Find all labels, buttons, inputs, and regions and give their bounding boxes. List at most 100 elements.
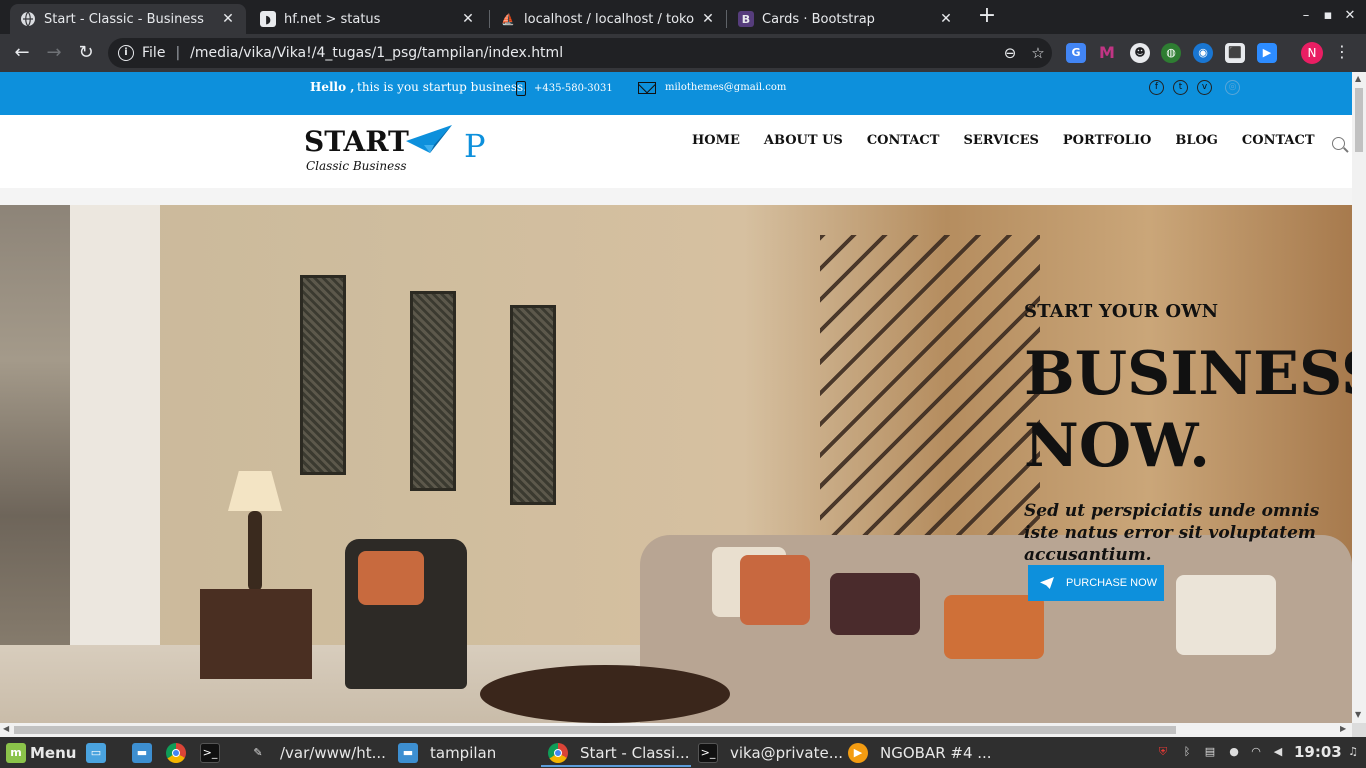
close-icon[interactable]: ✕ [938, 11, 954, 27]
taskbar-window-var-www[interactable]: ✎ /var/www/ht... [248, 737, 386, 768]
zoom-icon[interactable]: ⊖ [996, 44, 1024, 62]
cushion [944, 595, 1044, 659]
back-arrow-icon[interactable]: ← [10, 41, 34, 65]
nav-blog[interactable]: BLOG [1175, 133, 1218, 148]
hero-title-line-2: NOW. [1024, 411, 1211, 481]
profile-avatar[interactable]: N [1301, 42, 1323, 64]
start-menu-button[interactable]: m Menu [6, 737, 76, 768]
tab-localhost[interactable]: ⛵ localhost / localhost / tokoonline ✕ [490, 4, 726, 34]
info-icon[interactable]: i [118, 45, 134, 61]
nav-home[interactable]: HOME [692, 133, 740, 148]
user-icon[interactable]: ● [1227, 745, 1241, 759]
scroll-right-icon[interactable]: ▶ [1340, 724, 1346, 733]
dribbble-icon[interactable]: ◎ [1225, 80, 1240, 95]
tagline-text: this is you startup business. [357, 80, 528, 94]
volume-icon[interactable]: ◀ [1271, 745, 1285, 759]
show-desktop-button[interactable]: ▭ [86, 737, 106, 768]
clock[interactable]: 19:03 [1294, 743, 1342, 761]
scroll-up-icon[interactable]: ▲ [1355, 74, 1361, 83]
tab-title: hf.net > status [284, 11, 381, 27]
url-text[interactable]: /media/vika/Vika!/4_tugas/1_psg/tampilan… [190, 45, 996, 61]
nav-services[interactable]: SERVICES [963, 133, 1038, 148]
tab-hf-status[interactable]: ◗ hf.net > status ✕ [250, 4, 486, 34]
hero-text-block: START YOUR OWN BUSINESS NOW. Sed ut pers… [1024, 301, 1352, 566]
hello-text: Hello , [310, 80, 355, 94]
taskbar-window-terminal[interactable]: >_ vika@private... [698, 737, 843, 768]
cube-extension-icon[interactable]: ⬛ [1225, 43, 1245, 63]
wall-art-panel [510, 305, 556, 505]
close-icon[interactable]: ✕ [700, 11, 716, 27]
scroll-left-icon[interactable]: ◀ [3, 724, 9, 733]
scroll-down-icon[interactable]: ▼ [1355, 710, 1361, 719]
taskbar-window-vlc[interactable]: ▶ NGOBAR #4 ... [848, 737, 992, 768]
minimize-icon[interactable]: – [1298, 8, 1314, 23]
face-extension-icon[interactable]: ☻ [1130, 43, 1150, 63]
horizontal-scroll-thumb[interactable] [14, 726, 1176, 734]
shield-icon[interactable]: ⛨ [1156, 745, 1170, 759]
search-icon[interactable] [1332, 137, 1345, 150]
bluetooth-icon[interactable]: ᛒ [1180, 745, 1194, 759]
close-window-icon[interactable]: ✕ [1342, 8, 1358, 23]
translate-extension-icon[interactable]: G [1066, 43, 1086, 63]
wall-art-panel [300, 275, 346, 475]
horizontal-scrollbar[interactable]: ◀ ▶ [0, 723, 1352, 737]
bookmark-star-icon[interactable]: ☆ [1024, 44, 1052, 62]
nav-portfolio[interactable]: PORTFOLIO [1063, 133, 1151, 148]
hf-icon: ◗ [260, 11, 276, 27]
wifi-icon[interactable]: ◠ [1249, 745, 1263, 759]
email-address[interactable]: milothemes@gmail.com [665, 82, 786, 93]
m-extension-icon[interactable]: M [1097, 43, 1117, 63]
forward-arrow-icon[interactable]: → [42, 41, 66, 65]
phone-icon [516, 81, 526, 96]
close-icon[interactable]: ✕ [460, 11, 476, 27]
address-bar[interactable]: i File | /media/vika/Vika!/4_tugas/1_psg… [108, 38, 1052, 68]
purchase-now-label: PURCHASE NOW [1066, 577, 1158, 589]
facebook-icon[interactable]: f [1149, 80, 1164, 95]
maximize-icon[interactable]: ▪ [1320, 8, 1336, 23]
tab-strip: Start - Classic - Business ✕ ◗ hf.net > … [0, 0, 1366, 34]
nav-contact-2[interactable]: CONTACT [1242, 133, 1315, 148]
logo-letter: P [464, 127, 486, 165]
coffee-table [480, 665, 730, 723]
cushion [830, 573, 920, 635]
vimeo-icon[interactable]: v [1197, 80, 1212, 95]
owl-extension-icon[interactable]: ◉ [1193, 43, 1213, 63]
paper-plane-icon [1040, 577, 1054, 589]
zoom-meeting-extension-icon[interactable]: ▶ [1257, 43, 1277, 63]
tab-title: Cards · Bootstrap [762, 11, 875, 27]
twitter-icon[interactable]: t [1173, 80, 1188, 95]
logo-text[interactable]: START [304, 125, 409, 158]
phone-number: +435-580-3031 [534, 83, 613, 94]
phpmyadmin-icon: ⛵ [501, 12, 515, 26]
window-label: vika@private... [730, 743, 843, 762]
taskbar-window-chrome[interactable]: Start - Classi... [548, 737, 690, 768]
taskbar-window-tampilan[interactable]: ▬ tampilan [398, 737, 496, 768]
main-nav: HOME ABOUT US CONTACT SERVICES PORTFOLIO… [692, 133, 1339, 148]
tab-title: Start - Classic - Business [44, 11, 204, 27]
tab-title: localhost / localhost / tokoonline [524, 11, 694, 27]
chrome-icon [548, 742, 568, 763]
close-icon[interactable]: ✕ [220, 11, 236, 27]
nav-contact[interactable]: CONTACT [867, 133, 940, 148]
folder-icon: ▬ [132, 742, 152, 763]
earth-extension-icon[interactable]: ◍ [1161, 43, 1181, 63]
media-player-icon: ▶ [848, 742, 868, 763]
hero-subtitle: Sed ut perspiciatis unde omnis iste natu… [1024, 501, 1320, 565]
page-viewport: Hello , this is you startup business. +4… [0, 72, 1366, 723]
vertical-scrollbar[interactable]: ▲ ▼ [1352, 72, 1366, 723]
tab-bootstrap-cards[interactable]: B Cards · Bootstrap ✕ [728, 4, 964, 34]
terminal-launcher[interactable]: >_ [200, 737, 220, 768]
new-tab-button[interactable]: + [976, 5, 998, 28]
site-topbar: Hello , this is you startup business. +4… [0, 72, 1352, 115]
music-note-icon[interactable]: ♫ [1346, 745, 1360, 759]
chrome-launcher[interactable] [166, 737, 186, 768]
purchase-now-button[interactable]: PURCHASE NOW [1028, 565, 1164, 601]
clipboard-icon[interactable]: ▤ [1203, 745, 1217, 759]
browser-toolbar: ← → ↻ i File | /media/vika/Vika!/4_tugas… [0, 34, 1366, 72]
files-launcher[interactable]: ▬ [132, 737, 152, 768]
vertical-scroll-thumb[interactable] [1355, 88, 1363, 152]
tab-start-classic[interactable]: Start - Classic - Business ✕ [10, 4, 246, 34]
nav-about-us[interactable]: ABOUT US [764, 133, 843, 148]
more-menu-icon[interactable]: ⋮ [1334, 42, 1350, 61]
reload-icon[interactable]: ↻ [74, 41, 98, 65]
